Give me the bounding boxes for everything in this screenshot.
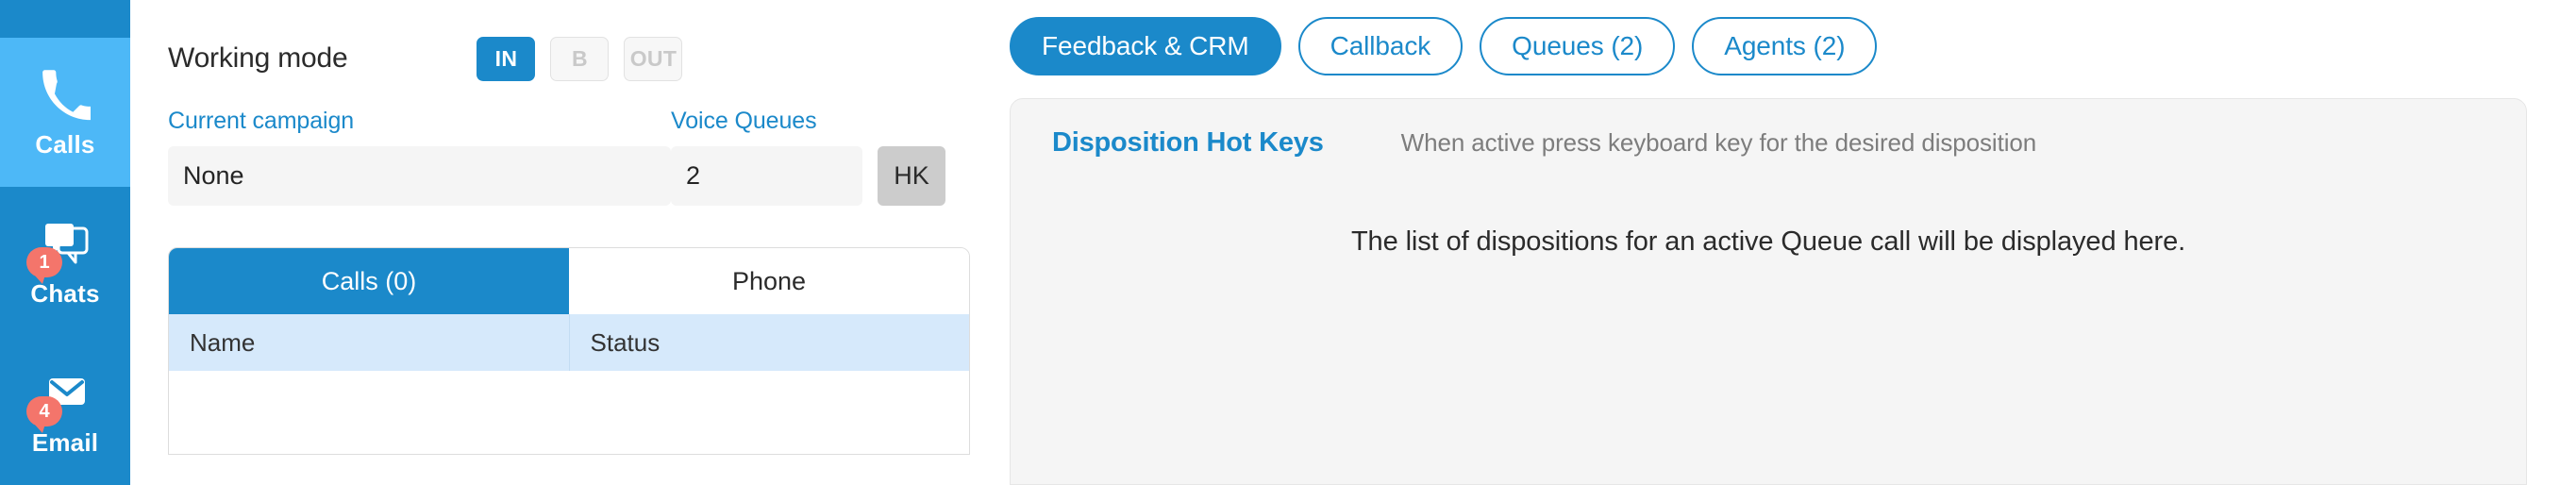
tab-queues[interactable]: Queues (2): [1480, 17, 1676, 75]
calls-table-header: Name Status: [169, 314, 969, 371]
app-root: Calls 1 Chats 4 Email Working mode IN B …: [0, 0, 2576, 485]
mode-button-b[interactable]: B: [550, 36, 610, 81]
sidebar-badge-email: 4: [26, 396, 62, 433]
card-hint: When active press keyboard key for the d…: [1400, 128, 2037, 157]
voice-queues-input[interactable]: 2: [671, 146, 862, 206]
voice-queues-row: 2 HK: [671, 146, 945, 206]
hotkeys-button[interactable]: HK: [878, 146, 945, 206]
calls-table-body: [169, 371, 969, 454]
current-campaign-field: Current campaign None: [168, 108, 671, 206]
working-mode-title: Working mode: [168, 42, 348, 74]
working-mode-row: Working mode IN B OUT: [168, 30, 942, 87]
voice-queues-field: Voice Queues 2 HK: [671, 108, 945, 206]
card-header: Disposition Hot Keys When active press k…: [1052, 127, 2484, 159]
mode-button-in[interactable]: IN: [477, 36, 536, 81]
calls-tab-strip: Calls (0) Phone: [169, 248, 969, 314]
column-header-status: Status: [568, 314, 970, 371]
sidebar-item-calls[interactable]: Calls: [0, 38, 130, 187]
sidebar-badge-chats: 1: [26, 247, 62, 284]
sidebar-item-label: Calls: [35, 130, 95, 159]
right-panel: Feedback & CRM Callback Queues (2) Agent…: [979, 0, 2576, 485]
phone-icon: [36, 68, 94, 123]
tab-feedback-crm[interactable]: Feedback & CRM: [1010, 17, 1281, 75]
tab-agents[interactable]: Agents (2): [1692, 17, 1878, 75]
current-campaign-label: Current campaign: [168, 108, 355, 134]
tab-calls[interactable]: Calls (0): [169, 248, 569, 314]
tab-callback[interactable]: Callback: [1297, 17, 1464, 75]
calls-table-card: Calls (0) Phone Name Status: [168, 247, 970, 455]
card-title: Disposition Hot Keys: [1052, 127, 1324, 158]
current-campaign-input[interactable]: None: [168, 146, 671, 206]
fields-row: Current campaign None Voice Queues 2 HK: [168, 108, 945, 206]
sidebar-item-email[interactable]: 4 Email: [0, 336, 130, 485]
sidebar-item-label: Chats: [30, 279, 100, 308]
tab-phone[interactable]: Phone: [569, 248, 969, 314]
working-mode-toggle-group: IN B OUT: [477, 36, 683, 81]
sidebar-item-label: Email: [31, 428, 99, 457]
right-tab-bar: Feedback & CRM Callback Queues (2) Agent…: [1010, 17, 2527, 75]
voice-queues-label: Voice Queues: [671, 108, 817, 134]
sidebar-item-chats[interactable]: 1 Chats: [0, 187, 130, 336]
chat-icon: 1: [26, 217, 94, 284]
sidebar: Calls 1 Chats 4 Email: [0, 0, 130, 485]
empty-state-message: The list of dispositions for an active Q…: [1350, 226, 2186, 257]
disposition-hot-keys-card: Disposition Hot Keys When active press k…: [1010, 98, 2527, 485]
left-panel: Working mode IN B OUT Current campaign N…: [130, 0, 979, 485]
envelope-icon: 4: [26, 366, 94, 433]
column-header-name: Name: [190, 327, 256, 357]
mode-button-out[interactable]: OUT: [624, 36, 683, 81]
